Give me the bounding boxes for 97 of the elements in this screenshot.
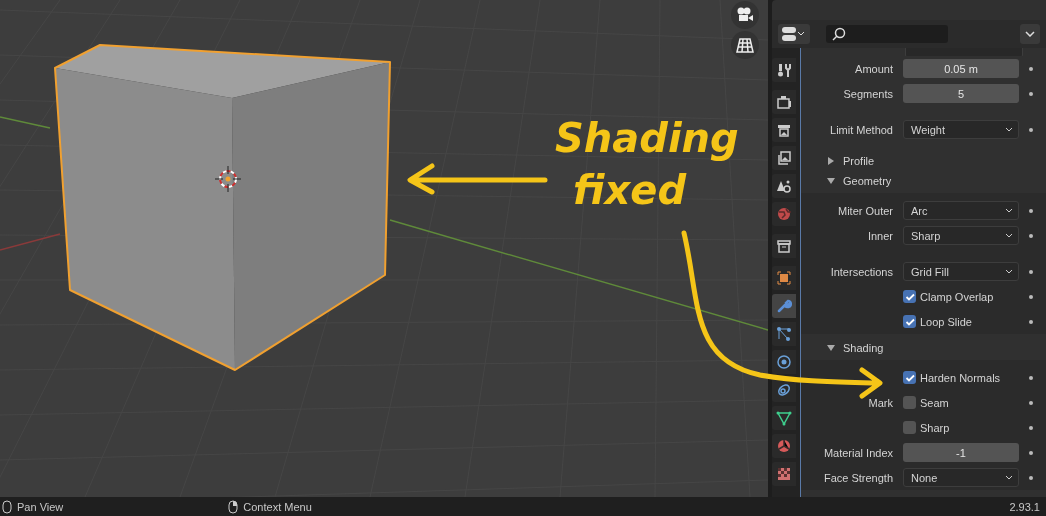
properties-tab[interactable] (772, 146, 796, 170)
dropdown-field[interactable]: Grid Fill (903, 262, 1019, 281)
dropdown-field[interactable]: Sharp (903, 226, 1019, 245)
properties-tab[interactable] (772, 58, 796, 82)
subpanel-title: Shading (843, 342, 884, 354)
particles-icon (776, 326, 792, 342)
x-axis-line (0, 233, 61, 251)
property-label: Miter Outer (837, 204, 894, 217)
chevron-down-icon (1025, 31, 1035, 37)
keyframe-dot-icon[interactable] (1029, 66, 1033, 71)
material-sphere-icon (776, 438, 792, 454)
properties-tab[interactable] (772, 322, 796, 346)
camera-view-button[interactable] (731, 1, 759, 29)
triangle-vertices-icon (776, 410, 792, 426)
number-field[interactable]: 0.05 m (903, 59, 1019, 78)
camera-back-icon (776, 94, 792, 110)
subpanel-title: Profile (843, 155, 875, 167)
checkbox[interactable] (903, 396, 916, 409)
mouse-right-click-icon (228, 499, 239, 514)
checkbox[interactable] (903, 315, 916, 328)
checkbox-label: Sharp (920, 421, 950, 434)
number-field[interactable]: 5 (903, 84, 1019, 103)
search-icon (832, 27, 846, 41)
properties-tab[interactable] (772, 406, 796, 430)
property-label: Inner (866, 229, 894, 242)
checkbox[interactable] (903, 371, 916, 384)
property-label: Limit Method (829, 123, 894, 136)
property-label: Material Index (822, 446, 894, 459)
image-stack-icon (776, 150, 792, 166)
orbit-circle-icon (776, 354, 792, 370)
globe-icon (776, 206, 792, 222)
box-icon (776, 238, 792, 254)
keyframe-dot-icon[interactable] (1029, 233, 1033, 238)
keyframe-dot-icon[interactable] (1029, 475, 1033, 480)
checkbox[interactable] (903, 290, 916, 303)
version-label: 2.93.1 (1009, 500, 1041, 513)
dropdown-field[interactable]: Arc (903, 201, 1019, 220)
properties-tab[interactable] (772, 234, 796, 258)
constraint-icon (776, 382, 792, 398)
subpanel-title: Geometry (843, 175, 892, 187)
keyframe-dot-icon[interactable] (1029, 425, 1033, 430)
keyframe-dot-icon[interactable] (1029, 294, 1033, 299)
chevron-down-icon (1005, 208, 1013, 213)
status-hint: Context Menu (243, 500, 312, 513)
chevron-down-icon (1005, 127, 1013, 132)
ortho-grid-button[interactable] (731, 31, 759, 59)
wrench-screwdriver-icon (776, 62, 792, 78)
chevron-down-icon (1005, 475, 1013, 480)
property-label: Face Strength (822, 471, 894, 484)
property-label: Amount (854, 62, 894, 75)
properties-tab[interactable] (772, 462, 796, 486)
mouse-icon (2, 499, 12, 514)
cone-sphere-icon (776, 178, 792, 194)
dropdown-field[interactable]: None (903, 468, 1019, 487)
search-field[interactable] (826, 25, 948, 43)
movie-camera-icon (736, 7, 754, 23)
triangle-right-icon (827, 157, 835, 165)
keyframe-dot-icon[interactable] (1029, 450, 1033, 455)
properties-tab[interactable] (772, 266, 796, 290)
printer-icon (776, 122, 792, 138)
chevron-down-icon (1005, 269, 1013, 274)
dropdown-field[interactable]: Weight (903, 120, 1019, 139)
handwritten-note: Shading fixed (555, 114, 739, 215)
checkbox-label: Loop Slide (920, 315, 972, 328)
property-label: Mark (867, 396, 894, 409)
viewport-background[interactable] (0, 0, 768, 497)
square-icon (776, 270, 792, 286)
editor-type-button[interactable] (778, 24, 810, 44)
chevron-down-icon (1005, 233, 1013, 238)
status-hint: Pan View (17, 500, 64, 513)
property-label: Intersections (829, 265, 894, 278)
3d-cursor-icon[interactable] (214, 165, 242, 193)
checkbox-label: Clamp Overlap (920, 290, 994, 303)
grid-icon (736, 37, 754, 53)
keyframe-dot-icon[interactable] (1029, 375, 1033, 380)
keyframe-dot-icon[interactable] (1029, 91, 1033, 96)
keyframe-dot-icon[interactable] (1029, 319, 1033, 324)
properties-tab[interactable] (772, 434, 796, 458)
cube-drawing[interactable] (54, 44, 391, 371)
keyframe-dot-icon[interactable] (1029, 400, 1033, 405)
keyframe-dot-icon[interactable] (1029, 208, 1033, 213)
properties-tab[interactable] (772, 118, 796, 142)
properties-tab[interactable] (772, 90, 796, 114)
options-dropdown-button[interactable] (1020, 24, 1040, 44)
triangle-down-icon (827, 177, 835, 185)
checkbox-label: Harden Normals (920, 371, 1001, 384)
wrench-icon (776, 298, 792, 314)
keyframe-dot-icon[interactable] (1029, 127, 1033, 132)
checkbox[interactable] (903, 421, 916, 434)
checker-icon (776, 466, 792, 482)
number-field[interactable]: -1 (903, 443, 1019, 462)
triangle-down-icon (827, 344, 835, 352)
checkbox-label: Seam (920, 396, 949, 409)
properties-tab[interactable] (772, 174, 796, 198)
keyframe-dot-icon[interactable] (1029, 269, 1033, 274)
properties-tab[interactable] (772, 350, 796, 374)
property-label: Segments (842, 87, 894, 100)
